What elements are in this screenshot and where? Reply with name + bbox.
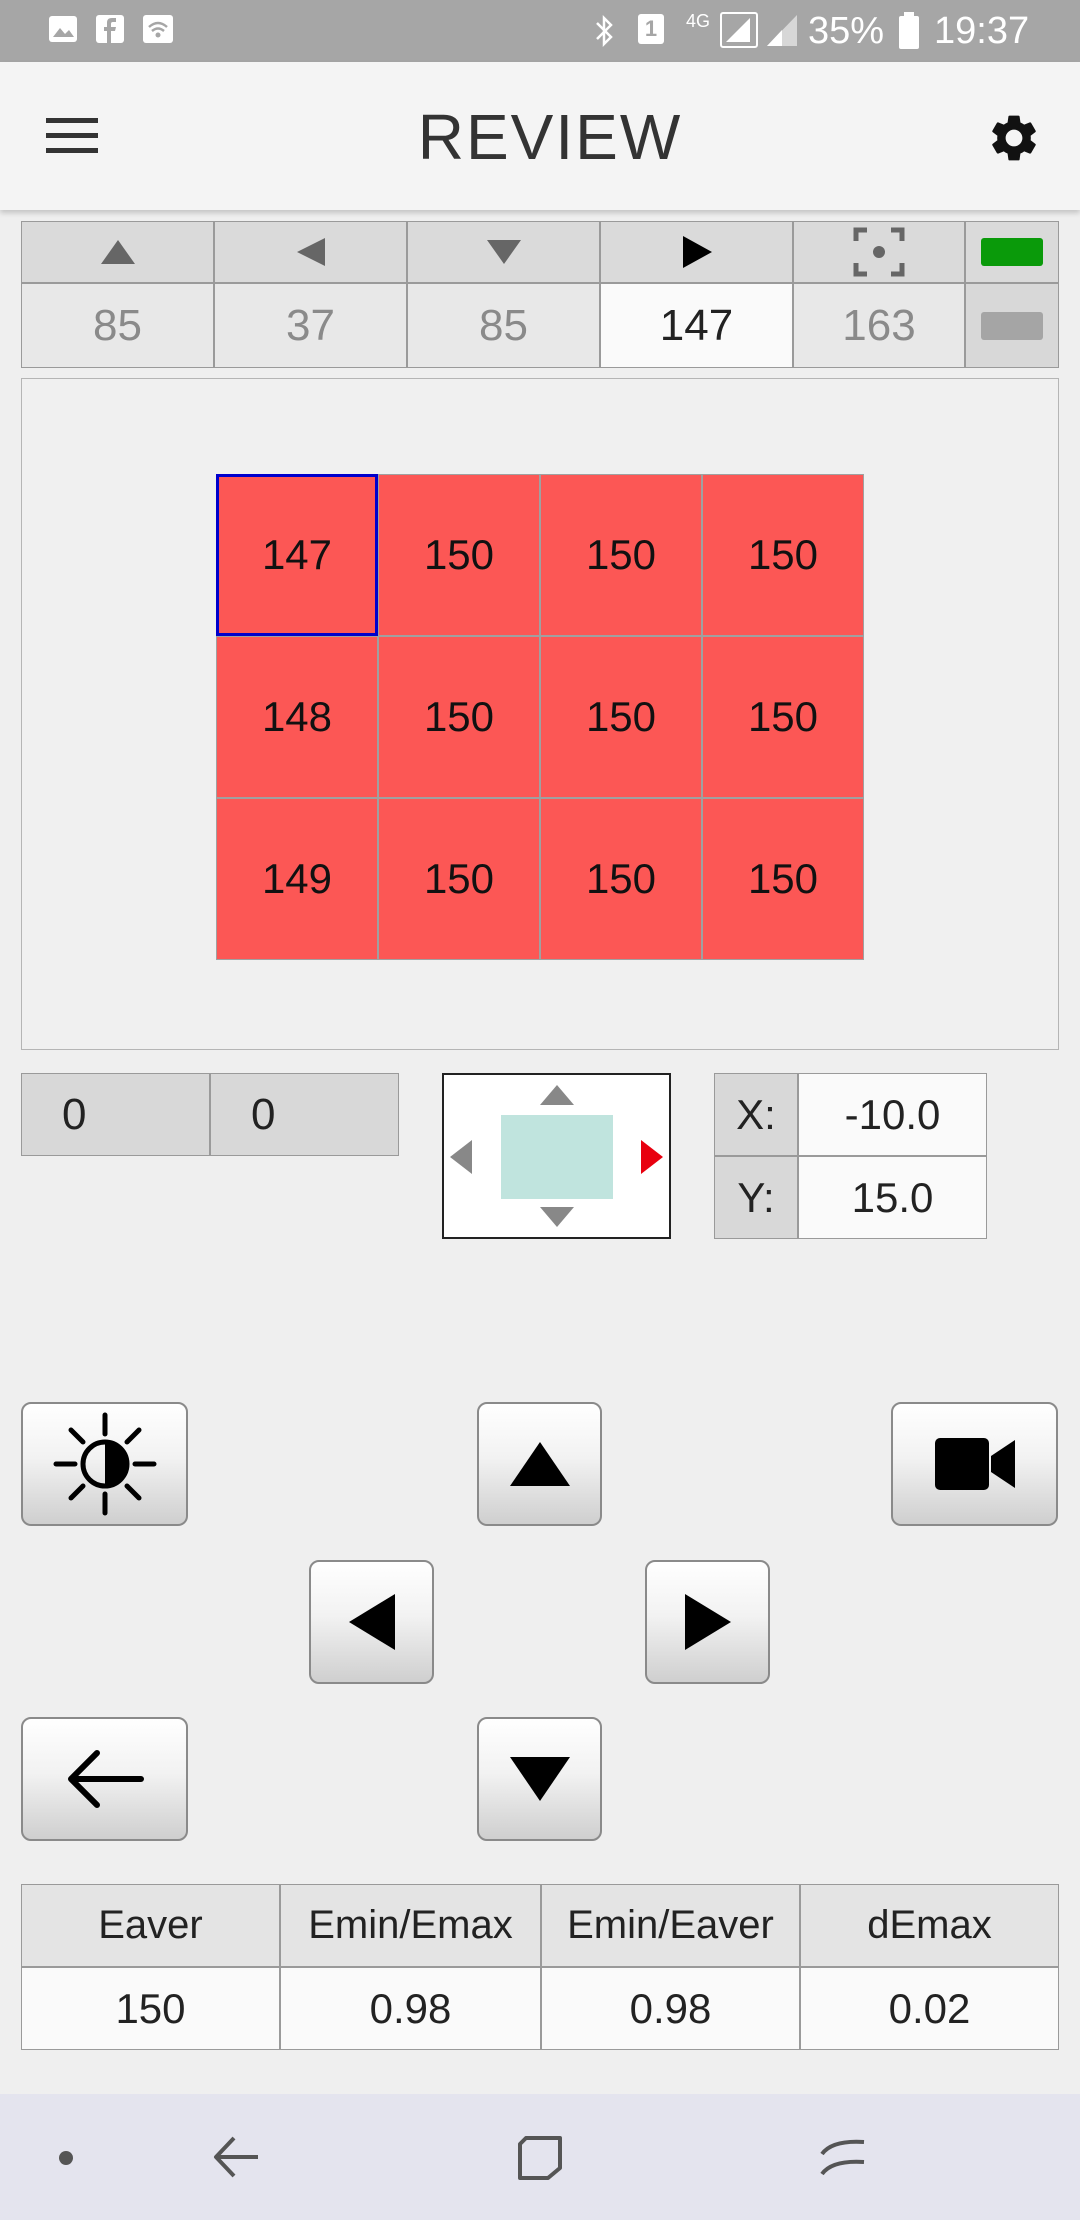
offset-field-1[interactable]: 0	[21, 1073, 210, 1156]
result-header-emin-emax: Emin/Emax	[280, 1884, 541, 1967]
signal-icon	[767, 15, 797, 46]
arrow-right-icon	[684, 1594, 731, 1650]
battery-percent: 35%	[808, 10, 885, 52]
tab-right[interactable]	[600, 221, 793, 283]
dot-icon[interactable]	[56, 2148, 76, 2168]
grid-cell[interactable]: 150	[540, 636, 702, 798]
move-up-button[interactable]	[477, 1402, 602, 1526]
tab-value-center[interactable]: 163	[793, 283, 965, 368]
facebook-icon	[96, 15, 124, 43]
pad-arrow-up	[540, 1085, 574, 1105]
result-value-emin-emax: 0.98	[280, 1967, 541, 2050]
result-value-demax: 0.02	[800, 1967, 1059, 2050]
grid-cell[interactable]: 149	[216, 798, 378, 960]
triangle-left-icon	[296, 238, 325, 266]
triangle-right-icon	[682, 236, 712, 268]
result-header-emin-eaver: Emin/Eaver	[541, 1884, 800, 1967]
result-header-demax: dEmax	[800, 1884, 1059, 1967]
battery-icon	[899, 12, 919, 49]
tab-center[interactable]	[793, 221, 965, 283]
wifi-icon	[143, 15, 173, 43]
video-camera-icon	[934, 1438, 1015, 1490]
grid-cell[interactable]: 150	[378, 636, 540, 798]
arrow-down-icon	[509, 1757, 570, 1801]
result-header-eaver: Eaver	[21, 1884, 280, 1967]
grid-cell[interactable]: 150	[378, 474, 540, 636]
grid-cell[interactable]: 147	[216, 474, 378, 636]
grid-cell[interactable]: 150	[378, 798, 540, 960]
tab-value-down[interactable]: 85	[407, 283, 600, 368]
arrow-left-icon	[348, 1594, 395, 1650]
sim-icon: 1	[638, 14, 664, 44]
status-bar: 1 4G 35% 19:37	[0, 0, 1080, 62]
y-value: 15.0	[798, 1156, 987, 1239]
move-left-button[interactable]	[309, 1560, 434, 1684]
result-value-emin-eaver: 0.98	[541, 1967, 800, 2050]
back-icon[interactable]	[212, 2134, 262, 2180]
status-indicator-bottom	[965, 283, 1059, 368]
focus-icon	[853, 227, 905, 277]
pad-arrow-right	[641, 1140, 663, 1174]
status-indicator-top	[965, 221, 1059, 283]
position-box	[501, 1115, 613, 1199]
gear-icon[interactable]	[986, 110, 1042, 166]
back-button[interactable]	[21, 1717, 188, 1841]
gray-indicator	[981, 311, 1043, 340]
tab-left[interactable]	[214, 221, 407, 283]
grid-cell[interactable]: 150	[702, 474, 864, 636]
tab-value-left[interactable]: 37	[214, 283, 407, 368]
grid-cell[interactable]: 150	[540, 474, 702, 636]
recents-icon[interactable]	[818, 2132, 868, 2182]
triangle-up-icon	[100, 240, 135, 264]
pad-arrow-down	[540, 1207, 574, 1227]
x-label: X:	[714, 1073, 798, 1156]
move-right-button[interactable]	[645, 1560, 770, 1684]
gallery-icon	[49, 16, 77, 42]
app-bar: REVIEW	[0, 62, 1080, 210]
triangle-down-icon	[486, 240, 521, 264]
back-arrow-icon	[67, 1750, 144, 1808]
y-label: Y:	[714, 1156, 798, 1239]
tab-value-up[interactable]: 85	[21, 283, 214, 368]
position-pad[interactable]	[442, 1073, 671, 1239]
green-indicator	[981, 238, 1043, 266]
tab-value-right[interactable]: 147	[600, 283, 793, 368]
grid-cell[interactable]: 148	[216, 636, 378, 798]
pad-arrow-left	[450, 1140, 472, 1174]
brightness-button[interactable]	[21, 1402, 188, 1526]
bluetooth-icon	[596, 14, 613, 48]
move-down-button[interactable]	[477, 1717, 602, 1841]
clock: 19:37	[934, 10, 1030, 52]
grid-cell[interactable]: 150	[702, 636, 864, 798]
grid-cell[interactable]: 150	[540, 798, 702, 960]
x-value: -10.0	[798, 1073, 987, 1156]
position-pad-graphic	[450, 1085, 663, 1227]
home-icon[interactable]	[516, 2134, 564, 2182]
camera-button[interactable]	[891, 1402, 1058, 1526]
tab-up[interactable]	[21, 221, 214, 283]
result-value-eaver: 150	[21, 1967, 280, 2050]
tab-down[interactable]	[407, 221, 600, 283]
offset-field-2[interactable]: 0	[210, 1073, 399, 1156]
navigation-bar	[0, 2094, 1080, 2220]
signal-icon	[720, 12, 758, 48]
page-title: REVIEW	[417, 101, 683, 173]
network-4g-icon: 4G	[686, 11, 711, 31]
arrow-up-icon	[509, 1442, 570, 1486]
brightness-icon	[53, 1412, 156, 1516]
measurement-grid-panel: 147 150 150 150 148 150 150 150 149 150 150 150	[21, 378, 1059, 1050]
grid-cell[interactable]: 150	[702, 798, 864, 960]
